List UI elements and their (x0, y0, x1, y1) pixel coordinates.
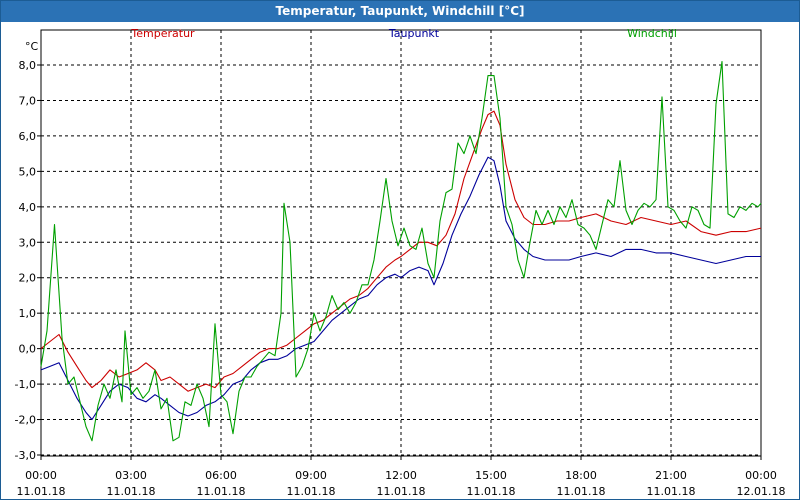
x-tick-date: 11.01.18 (197, 485, 246, 498)
y-tick-label: 8,0 (19, 59, 37, 72)
y-tick-label: 4,0 (19, 201, 37, 214)
y-tick-label: 3,0 (19, 236, 37, 249)
y-tick-label: 6,0 (19, 130, 37, 143)
x-tick-date: 11.01.18 (17, 485, 66, 498)
y-tick-label: 2,0 (19, 272, 37, 285)
legend-temperatur: Temperatur (130, 27, 195, 40)
x-tick-time: 09:00 (295, 469, 327, 482)
x-tick-date: 11.01.18 (647, 485, 696, 498)
x-tick-date: 11.01.18 (107, 485, 156, 498)
y-tick-label: -2,0 (15, 414, 36, 427)
x-tick-date: 11.01.18 (467, 485, 516, 498)
y-tick-label: 0,0 (19, 343, 37, 356)
chart-window: Temperatur, Taupunkt, Windchill [°C] -3,… (0, 0, 800, 500)
legend-taupunkt: Taupunkt (388, 27, 440, 40)
x-tick-time: 06:00 (205, 469, 237, 482)
x-tick-date: 12.01.18 (737, 485, 786, 498)
y-axis-unit: °C (25, 40, 39, 53)
y-tick-label: 1,0 (19, 307, 37, 320)
window-title: Temperatur, Taupunkt, Windchill [°C] (1, 1, 799, 22)
y-tick-label: 5,0 (19, 165, 37, 178)
x-tick-time: 00:00 (25, 469, 57, 482)
y-tick-label: 7,0 (19, 94, 37, 107)
x-tick-date: 11.01.18 (377, 485, 426, 498)
x-tick-time: 00:00 (745, 469, 777, 482)
y-tick-label: -1,0 (15, 378, 36, 391)
x-tick-time: 15:00 (475, 469, 507, 482)
x-tick-time: 12:00 (385, 469, 417, 482)
y-tick-label: -3,0 (15, 449, 36, 462)
x-tick-date: 11.01.18 (557, 485, 606, 498)
x-tick-time: 03:00 (115, 469, 147, 482)
legend: Temperatur Taupunkt Windchill (130, 27, 677, 40)
x-tick-time: 21:00 (655, 469, 687, 482)
legend-windchill: Windchill (627, 27, 677, 40)
plot-svg: -3,0 -2,0 -1,0 0,0 1,0 2,0 3,0 4,0 5,0 6,0 7,0 8,0 0… (15, 27, 786, 498)
tick-labels: -3,0 -2,0 -1,0 0,0 1,0 2,0 3,0 4,0 5,0 6,0 7,0 8,0 0… (15, 40, 786, 498)
grid (41, 30, 761, 456)
x-tick-date: 11.01.18 (287, 485, 336, 498)
x-tick-time: 18:00 (565, 469, 597, 482)
